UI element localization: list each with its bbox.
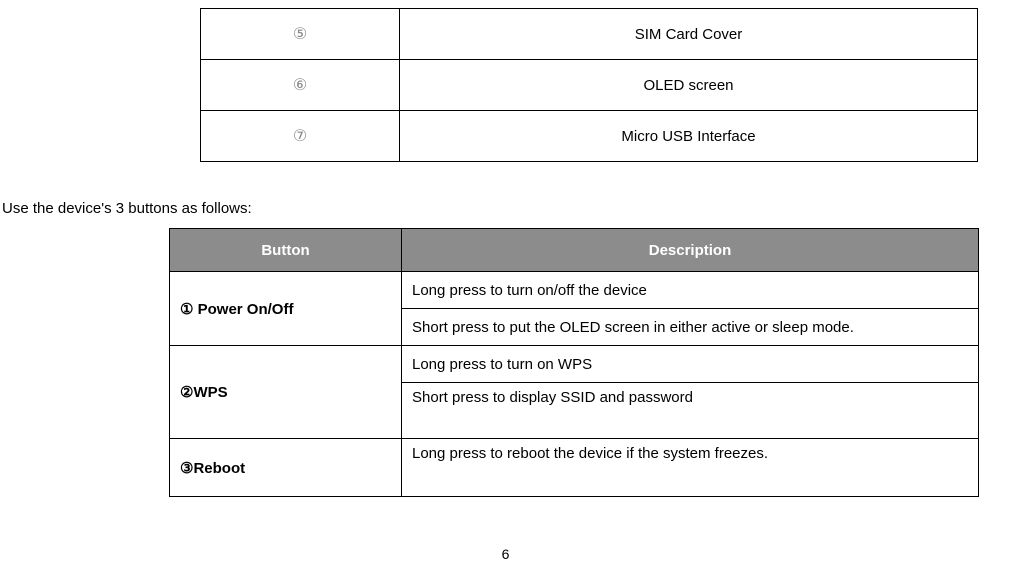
table-row: ⑤ SIM Card Cover xyxy=(201,9,978,60)
part-number: ⑦ xyxy=(201,111,400,162)
table-row: ③Reboot Long press to reboot the device … xyxy=(170,439,979,497)
page-number: 6 xyxy=(0,546,1011,562)
button-reboot: ③Reboot xyxy=(170,439,402,497)
buttons-table: Button Description ① Power On/Off Long p… xyxy=(169,228,979,497)
parts-table: ⑤ SIM Card Cover ⑥ OLED screen ⑦ Micro U… xyxy=(200,8,978,162)
part-description: OLED screen xyxy=(400,60,978,111)
part-number: ⑥ xyxy=(201,60,400,111)
part-number: ⑤ xyxy=(201,9,400,60)
intro-text: Use the device's 3 buttons as follows: xyxy=(2,200,252,217)
button-description: Short press to display SSID and password xyxy=(402,383,979,439)
table-row: ②WPS Long press to turn on WPS xyxy=(170,346,979,383)
part-description: Micro USB Interface xyxy=(400,111,978,162)
button-power: ① Power On/Off xyxy=(170,272,402,346)
table-row: ⑦ Micro USB Interface xyxy=(201,111,978,162)
header-description: Description xyxy=(402,229,979,272)
button-wps: ②WPS xyxy=(170,346,402,439)
button-description: Long press to turn on WPS xyxy=(402,346,979,383)
header-button: Button xyxy=(170,229,402,272)
table-row: ⑥ OLED screen xyxy=(201,60,978,111)
button-description: Short press to put the OLED screen in ei… xyxy=(402,309,979,346)
button-description: Long press to reboot the device if the s… xyxy=(402,439,979,497)
table-row: ① Power On/Off Long press to turn on/off… xyxy=(170,272,979,309)
table-header-row: Button Description xyxy=(170,229,979,272)
part-description: SIM Card Cover xyxy=(400,9,978,60)
button-description: Long press to turn on/off the device xyxy=(402,272,979,309)
